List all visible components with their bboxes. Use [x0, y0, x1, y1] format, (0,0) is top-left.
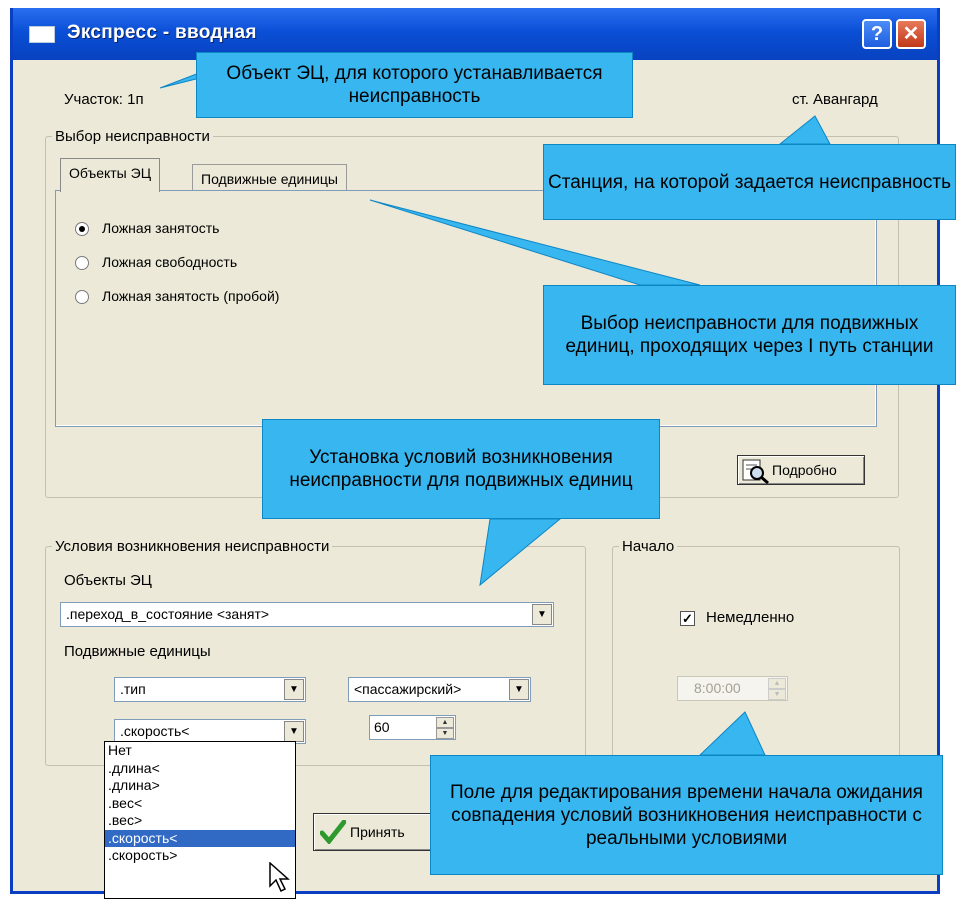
param-dropdown-list[interactable]: Нет .длина< .длина> .вес< .вес> .скорост…	[104, 741, 296, 899]
mouse-pointer-icon	[269, 862, 290, 893]
objects-condition-select[interactable]: .переход_в_состояние <занят> ▼	[60, 602, 554, 627]
speed-value: 60	[374, 719, 390, 735]
fault-selection-legend: Выбор неисправности	[55, 128, 210, 145]
immediately-label: Немедленно	[706, 609, 795, 626]
details-button-label: Подробно	[772, 462, 837, 478]
tab-objects[interactable]: Объекты ЭЦ	[60, 158, 161, 192]
spin-down-icon[interactable]: ▼	[436, 728, 454, 739]
list-item-selected[interactable]: .скорость<	[105, 829, 295, 847]
radio-false-occupancy-breakdown[interactable]	[75, 290, 89, 304]
chevron-down-icon[interactable]: ▼	[532, 604, 552, 625]
spin-up-icon[interactable]: ▲	[768, 678, 786, 689]
list-item[interactable]: Нет	[105, 742, 295, 760]
accept-button-label: Принять	[350, 824, 405, 840]
units-label: Подвижные единицы	[64, 643, 211, 660]
list-item[interactable]: .вес<	[105, 795, 295, 813]
chevron-down-icon[interactable]: ▼	[284, 679, 304, 700]
list-item[interactable]: .вес>	[105, 812, 295, 830]
window-icon	[29, 26, 55, 43]
station-label: ст. Авангард	[792, 91, 878, 108]
spin-down-icon[interactable]: ▼	[768, 689, 786, 700]
immediately-checkbox[interactable]: ✓	[680, 611, 695, 626]
details-button[interactable]: Подробно	[737, 455, 865, 485]
callout-conditions: Установка условий возникновения неисправ…	[262, 419, 660, 519]
speed-spinner[interactable]: 60 ▲ ▼	[369, 715, 456, 740]
list-item[interactable]: .длина>	[105, 777, 295, 795]
callout-station: Станция, на которой задается неисправнос…	[543, 144, 956, 220]
start-legend: Начало	[622, 538, 675, 555]
type-param-select[interactable]: .тип ▼	[114, 677, 306, 702]
list-item[interactable]: .длина<	[105, 760, 295, 778]
magnifier-icon	[742, 459, 769, 484]
radio-false-occupancy-label: Ложная занятость	[102, 220, 220, 236]
callout-time-field: Поле для редактирования времени начала о…	[430, 755, 943, 875]
help-button[interactable]: ?	[862, 19, 892, 49]
chevron-down-icon[interactable]: ▼	[509, 679, 529, 700]
callout-units-fault: Выбор неисправности для подвижных единиц…	[543, 285, 956, 385]
objects-label: Объекты ЭЦ	[64, 572, 152, 589]
callout-object: Объект ЭЦ, для которого устанавливается …	[196, 52, 633, 118]
spin-up-icon[interactable]: ▲	[436, 717, 454, 728]
start-time-value: 8:00:00	[694, 680, 741, 696]
radio-false-vacancy-label: Ложная свободность	[102, 254, 238, 270]
list-item[interactable]: .скорость>	[105, 847, 295, 865]
objects-condition-value: .переход_в_состояние <занят>	[66, 606, 270, 622]
conditions-legend: Условия возникновения неисправности	[55, 538, 330, 555]
type-value-text: <пассажирский>	[354, 681, 462, 697]
close-button[interactable]: ✕	[896, 19, 926, 49]
radio-false-occupancy-breakdown-label: Ложная занятость (пробой)	[102, 288, 280, 304]
start-group: Начало	[612, 538, 900, 766]
radio-false-occupancy[interactable]	[75, 222, 89, 236]
type-param-value: .тип	[120, 681, 146, 697]
section-label: Участок: 1п	[64, 91, 144, 108]
window-title: Экспресс - вводная	[67, 22, 257, 43]
chevron-down-icon[interactable]: ▼	[284, 721, 304, 742]
radio-false-vacancy[interactable]	[75, 256, 89, 270]
checkmark-icon	[320, 820, 346, 844]
start-time-field[interactable]: 8:00:00 ▲ ▼	[677, 676, 788, 701]
type-value-select[interactable]: <пассажирский> ▼	[348, 677, 531, 702]
accept-button[interactable]: Принять	[313, 813, 433, 851]
speed-param-value: .скорость<	[120, 723, 190, 739]
